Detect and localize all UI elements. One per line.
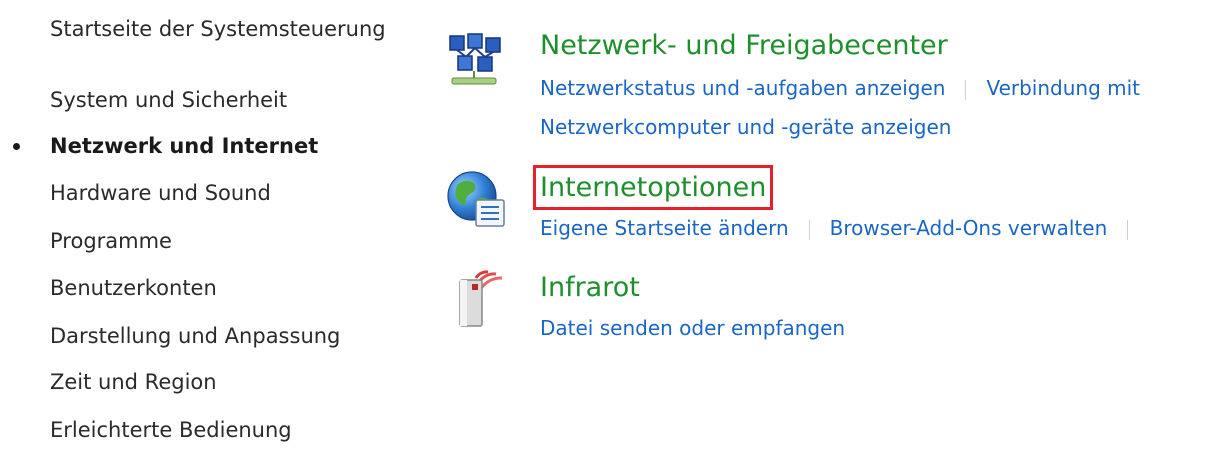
sidebar-item-system-security[interactable]: System und Sicherheit bbox=[50, 88, 287, 112]
sidebar-item-programs[interactable]: Programme bbox=[50, 229, 172, 253]
link-separator bbox=[808, 219, 810, 240]
network-links-row-1: Netzwerkstatus und -aufgaben anzeigen Ver… bbox=[540, 76, 1140, 100]
infrared-icon[interactable] bbox=[446, 268, 506, 330]
sidebar-item-hardware-sound[interactable]: Hardware und Sound bbox=[50, 181, 271, 205]
globe-icon[interactable] bbox=[446, 168, 506, 230]
network-icon[interactable] bbox=[446, 30, 506, 92]
view-network-computers-link[interactable]: Netzwerkcomputer und -geräte anzeigen bbox=[540, 115, 951, 139]
sidebar-navigation: Startseite der Systemsteuerung System un… bbox=[0, 0, 420, 450]
network-links-row-2: Netzwerkcomputer und -geräte anzeigen bbox=[540, 115, 951, 139]
sidebar-item-user-accounts[interactable]: Benutzerkonten bbox=[50, 276, 217, 300]
send-receive-file-link[interactable]: Datei senden oder empfangen bbox=[540, 316, 845, 340]
sidebar-item-control-panel-home[interactable]: Startseite der Systemsteuerung bbox=[50, 17, 386, 41]
infrared-links-row: Datei senden oder empfangen bbox=[540, 316, 845, 340]
category-panel: Netzwerk- und Freigabecenter Netzwerksta… bbox=[430, 0, 1215, 450]
network-sharing-center-title[interactable]: Netzwerk- und Freigabecenter bbox=[540, 30, 948, 61]
internet-options-title[interactable]: Internetoptionen bbox=[532, 165, 774, 210]
sidebar-item-clock-region[interactable]: Zeit und Region bbox=[50, 370, 217, 394]
infrared-title[interactable]: Infrarot bbox=[540, 272, 640, 303]
sidebar-item-ease-of-access[interactable]: Erleichterte Bedienung bbox=[50, 418, 292, 442]
view-network-status-link[interactable]: Netzwerkstatus und -aufgaben anzeigen bbox=[540, 76, 945, 100]
internet-options-links-row: Eigene Startseite ändern Browser-Add-Ons … bbox=[540, 216, 1148, 240]
sidebar-item-appearance[interactable]: Darstellung und Anpassung bbox=[50, 324, 340, 348]
link-separator bbox=[965, 79, 967, 100]
active-bullet-icon bbox=[13, 143, 20, 150]
sidebar-item-network-internet[interactable]: Netzwerk und Internet bbox=[50, 134, 318, 158]
manage-browser-addons-link[interactable]: Browser-Add-Ons verwalten bbox=[830, 216, 1108, 240]
connect-to-link[interactable]: Verbindung mit bbox=[986, 76, 1140, 100]
change-homepage-link[interactable]: Eigene Startseite ändern bbox=[540, 216, 789, 240]
link-separator bbox=[1127, 219, 1129, 240]
